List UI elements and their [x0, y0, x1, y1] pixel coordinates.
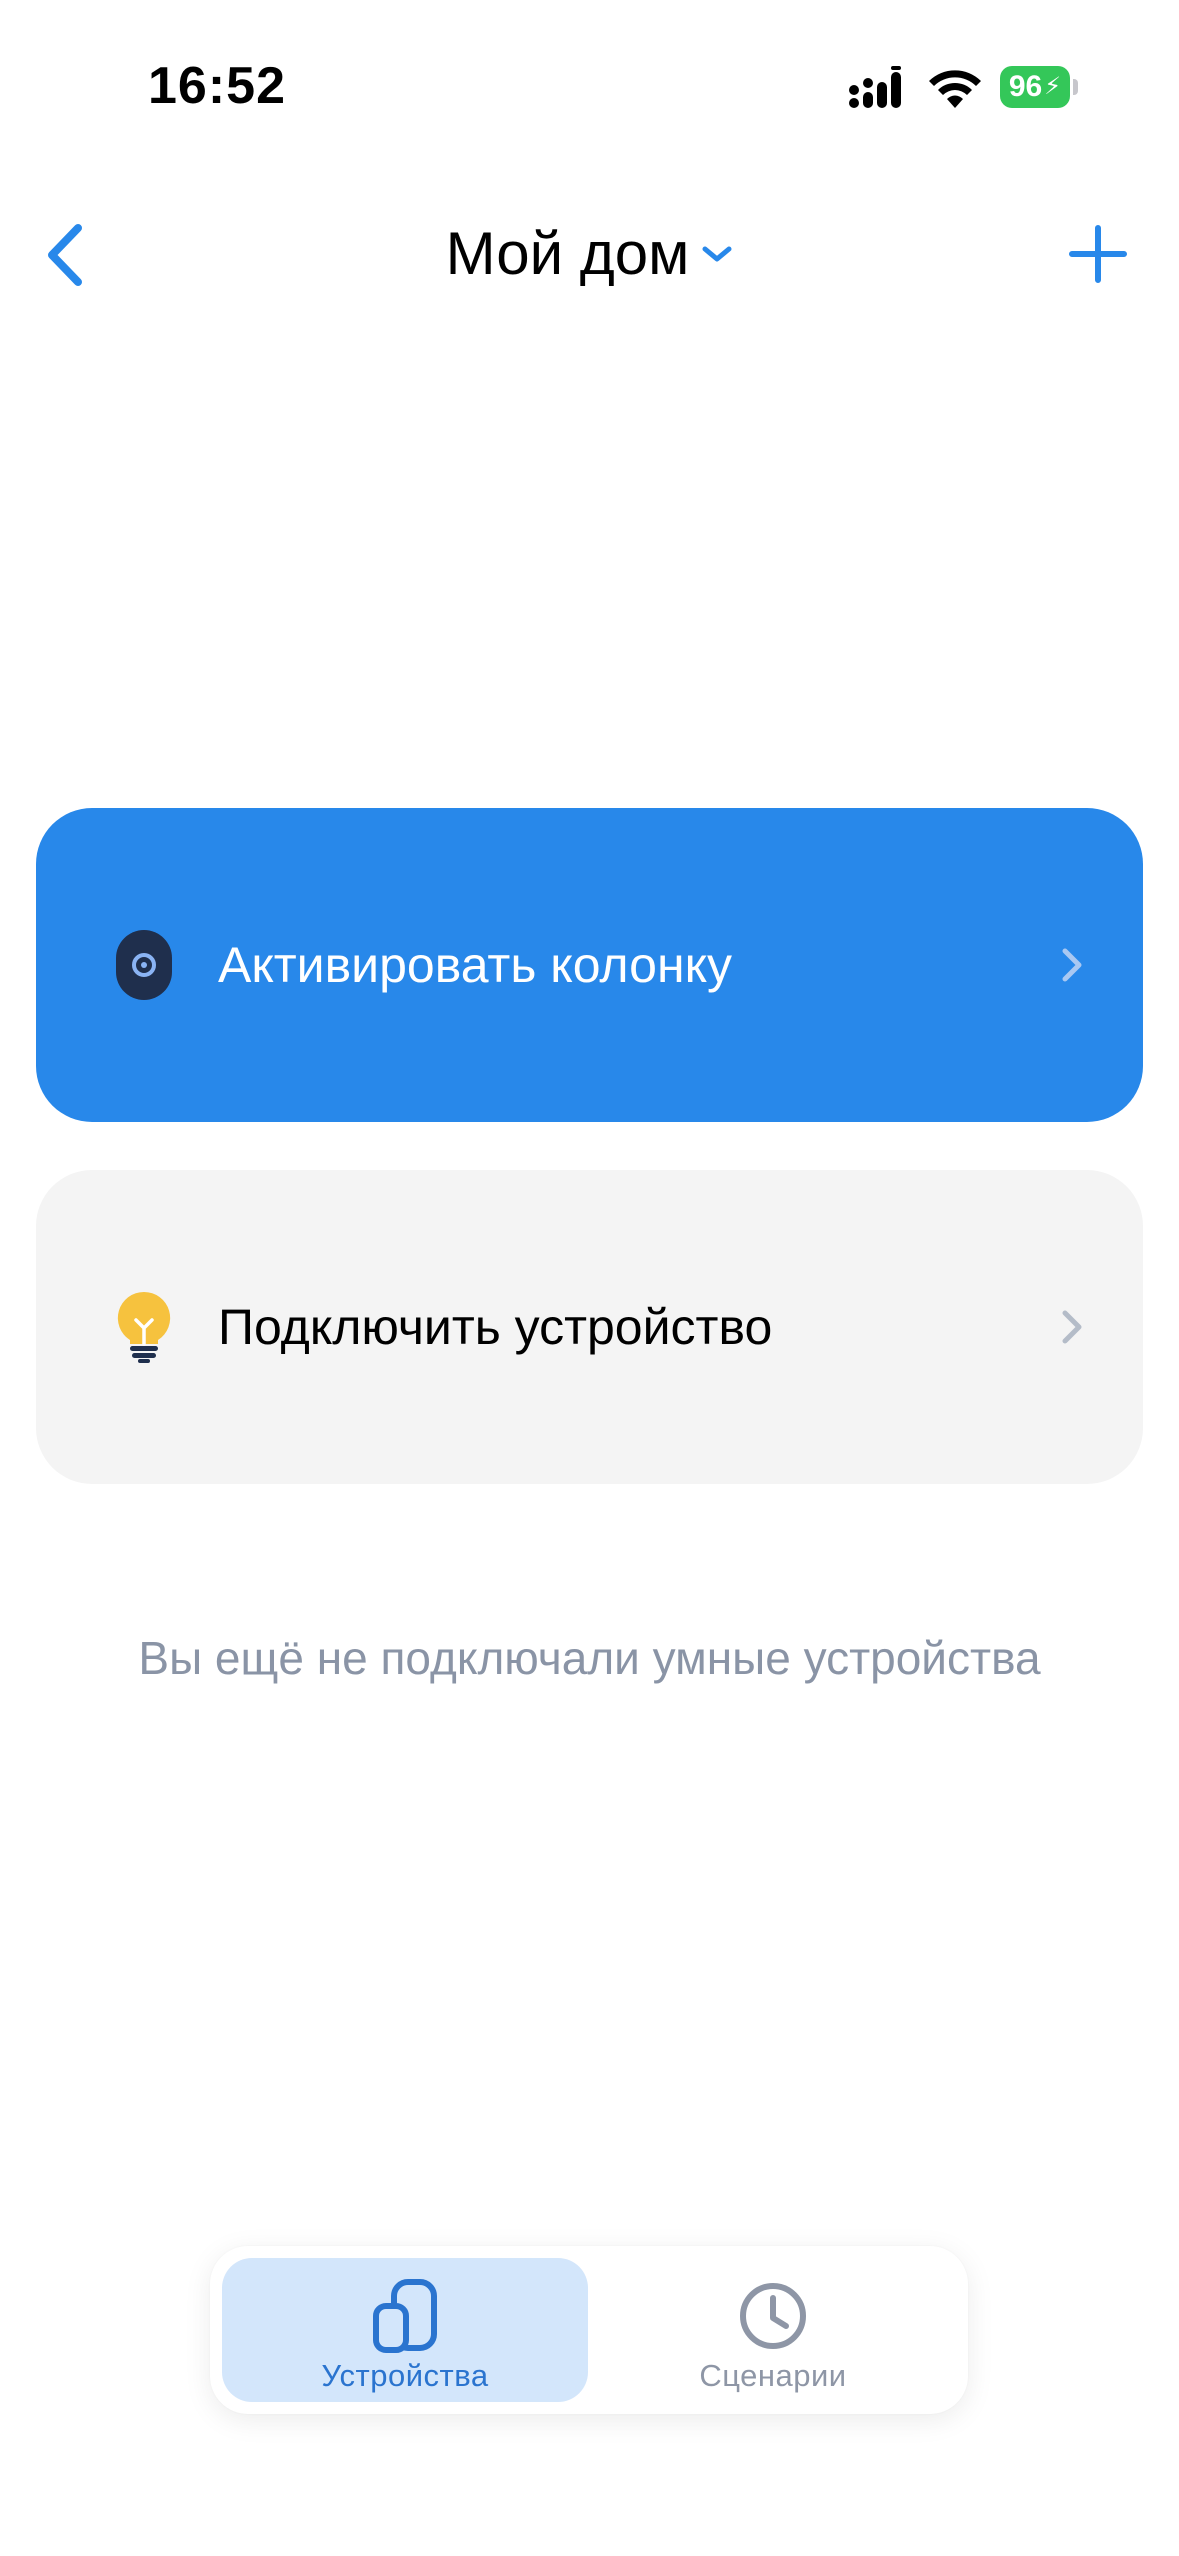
chevron-right-icon [1062, 948, 1082, 982]
tab-bar: Устройства Сценарии [210, 2246, 968, 2414]
chevron-right-icon [1062, 1310, 1082, 1344]
tab-devices[interactable]: Устройства [222, 2258, 588, 2402]
speaker-icon [116, 930, 172, 1000]
chevron-down-icon [702, 246, 732, 262]
empty-state-text: Вы ещё не подключали умные устройства [138, 1632, 1041, 1684]
battery-indicator: 96 ⚡ [1000, 66, 1078, 108]
home-selector[interactable]: Мой дом [0, 216, 1179, 292]
tab-devices-label: Устройства [321, 2358, 489, 2393]
add-icon[interactable] [1066, 222, 1130, 286]
lightbulb-icon [117, 1291, 171, 1363]
cellular-signal-icon [849, 66, 901, 108]
activate-speaker-label: Активировать колонку [218, 937, 733, 993]
battery-percent: 96 [1008, 70, 1043, 103]
page-title: Мой дом [445, 220, 690, 287]
tab-scenarios-label: Сценарии [699, 2358, 847, 2393]
connect-device-card[interactable]: Подключить устройство [36, 1170, 1143, 1484]
status-time: 16:52 [148, 57, 286, 115]
activate-speaker-card[interactable]: Активировать колонку [36, 808, 1143, 1122]
wifi-icon [929, 70, 981, 108]
tab-scenarios[interactable]: Сценарии [590, 2258, 956, 2402]
charging-bolt-icon: ⚡ [1044, 73, 1062, 100]
clock-icon [740, 2283, 806, 2349]
connect-device-label: Подключить устройство [218, 1299, 773, 1355]
devices-icon [373, 2279, 437, 2353]
